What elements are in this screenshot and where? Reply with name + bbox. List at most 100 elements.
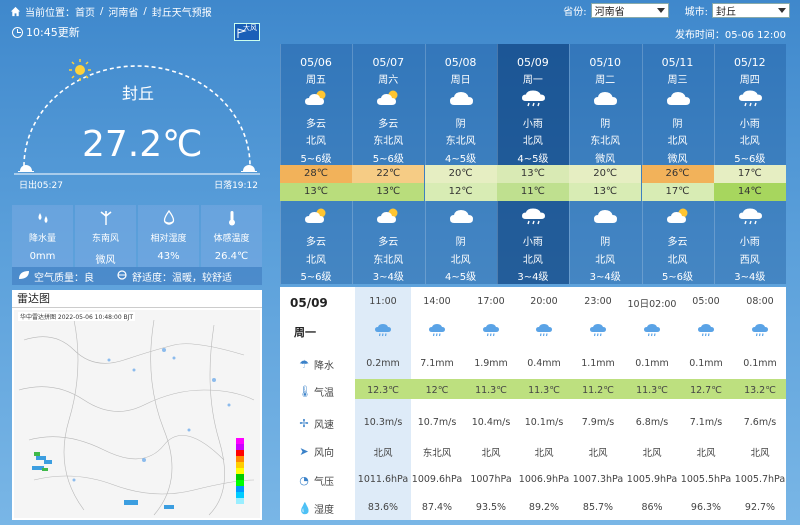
night-wind-level: 4~5级 xyxy=(445,272,477,283)
hour-temp: 12.3℃ xyxy=(367,385,399,396)
day-column[interactable]: 05/07 周六 多云 东北风 5~6级 22℃ 13℃ 多云 东北风 3~4级 xyxy=(352,44,425,284)
stat-precipitation: 降水量 0mm xyxy=(12,205,73,267)
stat-feels-like: 体感温度 26.4℃ xyxy=(201,205,262,267)
day-low-temp: 13℃ xyxy=(280,183,352,201)
hour-temp: 11.3℃ xyxy=(475,385,507,396)
breadcrumb-province-link[interactable]: 河南省 xyxy=(108,4,138,19)
sunrise-icon xyxy=(18,165,34,172)
overcast-icon xyxy=(449,206,475,226)
humidity-drop-icon: 💧 xyxy=(298,501,312,515)
hour-time: 08:00 xyxy=(746,296,774,307)
hour-precip: 0.1mm xyxy=(743,358,777,369)
breadcrumb-home-link[interactable]: 首页 xyxy=(75,4,95,19)
rain-icon xyxy=(482,323,500,337)
hour-humidity: 85.7% xyxy=(582,502,614,513)
day-column[interactable]: 05/12 周四 小雨 北风 5~6级 17℃ 14℃ 小雨 西风 3~4级 xyxy=(713,44,786,284)
rain-icon xyxy=(521,88,547,108)
overcast-icon xyxy=(449,88,475,108)
day-wind-level: 5~6级 xyxy=(372,154,404,165)
night-weather: 小雨 xyxy=(522,237,543,248)
row-label-text: 湿度 xyxy=(314,505,334,516)
update-time: 10:45更新 xyxy=(12,24,80,40)
day-column[interactable]: 05/09 周一 小雨 北风 4~5级 13℃ 11℃ 小雨 北风 3~4级 xyxy=(496,44,569,284)
hour-pressure: 1007.3hPa xyxy=(572,474,624,485)
hour-pressure: 1011.6hPa xyxy=(357,474,409,485)
current-hour-highlight xyxy=(355,287,411,520)
day-low-temp: 13℃ xyxy=(352,183,425,201)
hour-pressure: 1005.7hPa xyxy=(734,474,786,485)
night-weather: 阴 xyxy=(600,237,611,248)
row-label-text: 气压 xyxy=(314,477,334,488)
night-wind-level: 3~4级 xyxy=(517,272,549,283)
hour-time: 23:00 xyxy=(584,296,612,307)
hour-wind-dir: 北风 xyxy=(481,448,501,459)
night-wind-level: 3~4级 xyxy=(372,272,404,283)
rain-icon xyxy=(589,323,607,337)
daily-forecast: 05/06 周五 多云 北风 5~6级 28℃ 13℃ 多云 北风 5~6级 05/07 周六 多云 东北… xyxy=(280,44,786,284)
night-weather: 多云 xyxy=(378,237,399,248)
stat-value: 43% xyxy=(157,251,180,262)
partly-cloudy-icon xyxy=(666,206,692,226)
row-label-text: 风向 xyxy=(314,448,334,459)
hour-precip: 1.1mm xyxy=(581,358,615,369)
flag-icon xyxy=(237,28,247,38)
breadcrumb-current: 封丘天气预报 xyxy=(151,7,212,19)
partly-cloudy-icon xyxy=(376,206,402,226)
row-label-wind_speed: ✢ 风速 xyxy=(298,416,334,431)
row-label-text: 气温 xyxy=(314,388,334,399)
sunrise-time: 日出05:27 xyxy=(19,181,63,191)
day-wind-direction: 东北风 xyxy=(590,136,621,147)
sun-arc xyxy=(14,65,260,175)
hour-time: 10日02:00 xyxy=(627,299,677,310)
stat-value: 26.4℃ xyxy=(214,251,249,262)
hour-time: 17:00 xyxy=(477,296,505,307)
hour-wind-dir: 北风 xyxy=(588,448,608,459)
day-column[interactable]: 05/06 周五 多云 北风 5~6级 28℃ 13℃ 多云 北风 5~6级 xyxy=(280,44,352,284)
hour-time: 14:00 xyxy=(423,296,451,307)
day-weekday: 周五 xyxy=(306,75,326,86)
hour-wind-speed: 7.1m/s xyxy=(689,417,723,428)
hour-wind-dir: 北风 xyxy=(373,448,393,459)
wind-warning-icon[interactable]: 大风 xyxy=(234,23,260,41)
current-temperature: 27.2℃ xyxy=(82,124,203,165)
partly-cloudy-icon xyxy=(304,88,330,108)
radar-legend xyxy=(236,438,244,504)
row-label-text: 降水 xyxy=(314,361,334,372)
day-wind-level: 微风 xyxy=(667,154,688,165)
city-select[interactable]: 封丘 xyxy=(712,3,790,18)
day-date: 05/09 xyxy=(517,56,549,69)
wind-turbine-icon: ✢ xyxy=(299,416,309,430)
day-weather: 小雨 xyxy=(522,119,543,130)
radar-map[interactable]: 华中雷达拼图 2022-05-06 10:48:00 BJT xyxy=(14,310,260,518)
thermometer-icon xyxy=(201,210,262,228)
partly-cloudy-icon xyxy=(376,88,402,108)
province-select[interactable]: 河南省 xyxy=(590,3,669,18)
hour-temp: 13.2℃ xyxy=(744,385,776,396)
rain-icon xyxy=(697,323,715,337)
day-column[interactable]: 05/11 周三阴北风 微风 26℃ 17℃ 多云 北风 5~6级 xyxy=(641,44,714,284)
night-wind-level: 5~6级 xyxy=(300,272,332,283)
clock-icon xyxy=(12,26,23,38)
comfort-icon xyxy=(116,269,128,283)
night-weather: 小雨 xyxy=(739,237,760,248)
air-quality: 空气质量：良 xyxy=(18,269,94,284)
day-weather: 阴 xyxy=(672,119,683,130)
night-wind-direction: 北风 xyxy=(595,255,616,266)
humidity-drop-icon xyxy=(138,209,199,228)
air-quality-text: 空气质量：良 xyxy=(34,272,94,284)
day-column[interactable]: 05/10 周二阴东北风 微风 20℃ 13℃ 阴北风 3~4级 xyxy=(569,44,642,284)
day-weekday: 周四 xyxy=(739,75,760,86)
drops-icon xyxy=(12,210,73,228)
day-low-temp: 13℃ xyxy=(569,183,642,201)
day-high-temp: 22℃ xyxy=(352,165,425,183)
day-wind-direction: 北风 xyxy=(739,136,760,147)
publish-time: 发布时间：05-06 12:00 xyxy=(674,30,786,41)
province-label: 省份: xyxy=(563,7,587,18)
day-column[interactable]: 05/08 周日阴东北风 4~5级 20℃ 12℃ 阴北风 4~5级 xyxy=(424,44,497,284)
rain-icon xyxy=(751,323,769,337)
stat-wind: 东南风 微风 xyxy=(75,205,136,267)
day-date: 05/12 xyxy=(733,56,766,69)
location-selectors: 省份: 河南省 城市: 封丘 xyxy=(563,3,790,18)
day-weekday: 周三 xyxy=(667,75,688,86)
day-weekday: 周二 xyxy=(595,75,616,86)
